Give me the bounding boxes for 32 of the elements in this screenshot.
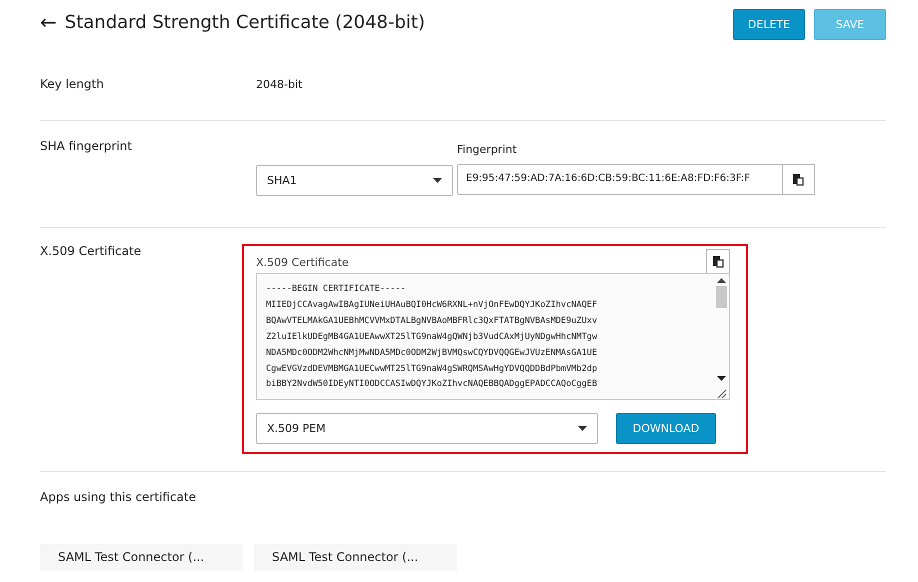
certificate-line: Z2luIElkUDEgMB4GA1UEAwwXT25lTG9naW4gQWNjb3VudCAxMjUyNDgwHhcNMTgw <box>266 330 598 344</box>
scroll-up-icon[interactable] <box>717 278 726 283</box>
resize-grip-icon[interactable] <box>716 389 726 399</box>
key-length-value: 2048-bit <box>256 78 302 90</box>
certificate-line: biBBY2NvdW50IDEyNTI0ODCCASIwDQYJKoZIhvcNAQEBBQADggEPADCCAQoCggEB <box>266 378 598 392</box>
certificate-line: -----BEGIN CERTIFICATE----- <box>266 283 407 296</box>
section-label: Apps using this certificate <box>40 490 197 504</box>
page-title: Standard Strength Certificate (2048-bit) <box>64 12 426 32</box>
field-label: Fingerprint <box>457 143 518 156</box>
algorithm-dropdown[interactable]: SHA1 <box>256 165 453 196</box>
field-label: X.509 Certificate <box>40 244 142 260</box>
certificate-line: BQAwVTELMAkGA1UEBhMCVVMxDTALBgNVBAoMBFRlc3QxFTATBgNVBAsMDE9uZUxv <box>266 314 598 328</box>
app-tile[interactable]: SAML Test Connector (... <box>40 544 243 571</box>
field-label: Key length <box>40 77 105 91</box>
scroll-thumb[interactable] <box>716 286 727 308</box>
app-tile[interactable]: SAML Test Connector (... <box>254 544 457 571</box>
copy-button[interactable] <box>783 164 815 195</box>
certificate-textarea[interactable] <box>256 274 730 400</box>
clipboard-icon <box>793 174 804 186</box>
caret-icon <box>578 426 587 431</box>
scroll-down-icon[interactable] <box>717 376 726 381</box>
field-label: X.509 Certificate <box>256 256 349 271</box>
fingerprint-field[interactable]: E9:95:47:59:AD:7A:16:6D:CB:59:BC:11:6E:A8:FD:F6:3F:F <box>457 164 783 195</box>
copy-button[interactable] <box>706 249 730 273</box>
format-dropdown[interactable]: X.509 PEM <box>256 413 598 444</box>
field-label: SHA fingerprint <box>40 139 133 155</box>
back-arrow[interactable]: ← <box>40 12 57 32</box>
caret-icon <box>433 178 442 183</box>
clipboard-icon <box>712 256 724 268</box>
certificate-line: NDA5MDc0ODM2WhcNMjMwNDA5MDc0ODM2WjBVMQswCQYDVQQGEwJVUzENMAsGA1UE <box>266 346 598 360</box>
certificate-line: CgwEVGVzdDEVMBMGA1UECwwMT25lTG9naW4gSWRQMSAwHgYDVQQDDBdPbmVMb2dp <box>266 362 598 376</box>
certificate-line: MIIEDjCCAvagAwIBAgIUNeiUHAuBQI0HcW6RXNL+nVjOnFEwDQYJKoZIhvcNAQEF <box>266 298 598 312</box>
